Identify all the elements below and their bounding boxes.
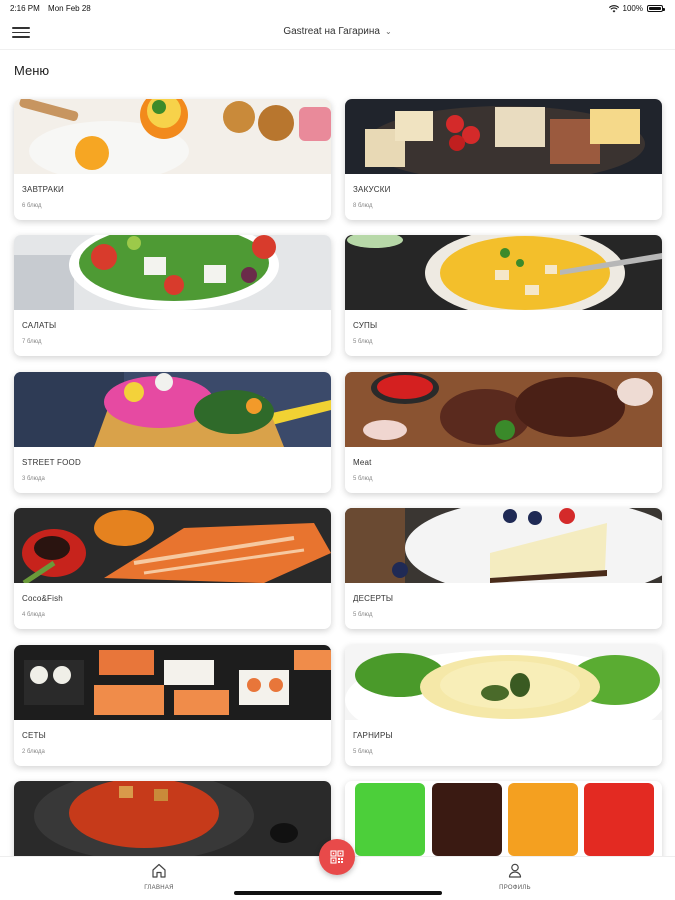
qr-scan-button[interactable] <box>319 839 355 875</box>
status-right: 100% <box>608 4 665 13</box>
category-name: ГАРНИРЫ <box>353 731 393 740</box>
category-image <box>14 645 331 720</box>
category-card-soups[interactable]: СУПЫ 5 блюд <box>345 235 662 356</box>
category-count: 8 блюд <box>353 203 373 209</box>
category-image <box>14 235 331 310</box>
battery-icon <box>647 5 665 12</box>
category-count: 5 блюд <box>353 339 373 345</box>
wifi-icon <box>608 4 619 12</box>
category-name: САЛАТЫ <box>22 321 57 330</box>
category-count: 4 блюда <box>22 612 45 618</box>
category-image <box>345 372 662 447</box>
category-image <box>345 781 662 856</box>
chevron-down-icon: ⌄ <box>384 27 392 36</box>
status-left: 2:16 PM Mon Feb 28 <box>10 4 97 13</box>
category-card-coco-fish[interactable]: Coco&Fish 4 блюда <box>14 508 331 629</box>
category-count: 5 блюд <box>353 612 373 618</box>
category-image <box>14 372 331 447</box>
category-card-street-food[interactable]: STREET FOOD 3 блюда <box>14 372 331 493</box>
category-image <box>345 508 662 583</box>
status-time: 2:16 PM <box>10 4 40 13</box>
status-date: Mon Feb 28 <box>48 4 91 13</box>
category-name: СУПЫ <box>353 321 378 330</box>
home-indicator <box>234 891 442 895</box>
category-card-snacks[interactable]: ЗАКУСКИ 8 блюд <box>345 99 662 220</box>
category-name: ДЕСЕРТЫ <box>353 594 394 603</box>
category-count: 3 блюда <box>22 476 45 482</box>
category-card-sets[interactable]: СЕТЫ 2 блюда <box>14 645 331 766</box>
venue-name: Gastreat на Гагарина <box>283 26 380 37</box>
category-card-salads[interactable]: САЛАТЫ 7 блюд <box>14 235 331 356</box>
category-name: Meat <box>353 458 372 467</box>
tab-home[interactable]: ГЛАВНАЯ <box>129 863 189 891</box>
category-image <box>345 645 662 720</box>
tab-profile[interactable]: ПРОФИЛЬ <box>485 863 545 891</box>
qr-code-icon <box>330 850 344 864</box>
tab-home-label: ГЛАВНАЯ <box>144 885 174 891</box>
category-image <box>14 99 331 174</box>
venue-selector[interactable]: Gastreat на Гагарина ⌄ <box>0 26 675 37</box>
category-name: STREET FOOD <box>22 458 81 467</box>
category-count: 6 блюд <box>22 203 42 209</box>
home-icon <box>152 863 166 878</box>
page-title: Меню <box>14 63 50 78</box>
category-name: Coco&Fish <box>22 594 63 603</box>
category-name: ЗАКУСКИ <box>353 185 391 194</box>
category-image <box>345 99 662 174</box>
category-card-desserts[interactable]: ДЕСЕРТЫ 5 блюд <box>345 508 662 629</box>
tab-profile-label: ПРОФИЛЬ <box>499 885 531 891</box>
status-bar: 2:16 PM Mon Feb 28 100% <box>0 0 675 16</box>
category-count: 7 блюд <box>22 339 42 345</box>
category-name: СЕТЫ <box>22 731 46 740</box>
category-count: 5 блюд <box>353 749 373 755</box>
category-image <box>14 781 331 856</box>
category-card-meat[interactable]: Meat 5 блюд <box>345 372 662 493</box>
category-image <box>345 235 662 310</box>
category-card-sides[interactable]: ГАРНИРЫ 5 блюд <box>345 645 662 766</box>
category-card-breakfast[interactable]: ЗАВТРАКИ 6 блюд <box>14 99 331 220</box>
category-name: ЗАВТРАКИ <box>22 185 65 194</box>
battery-percent: 100% <box>622 4 643 13</box>
profile-icon <box>508 863 522 878</box>
category-count: 2 блюда <box>22 749 45 755</box>
category-count: 5 блюд <box>353 476 373 482</box>
app-header: Gastreat на Гагарина ⌄ <box>0 16 675 50</box>
category-image <box>14 508 331 583</box>
